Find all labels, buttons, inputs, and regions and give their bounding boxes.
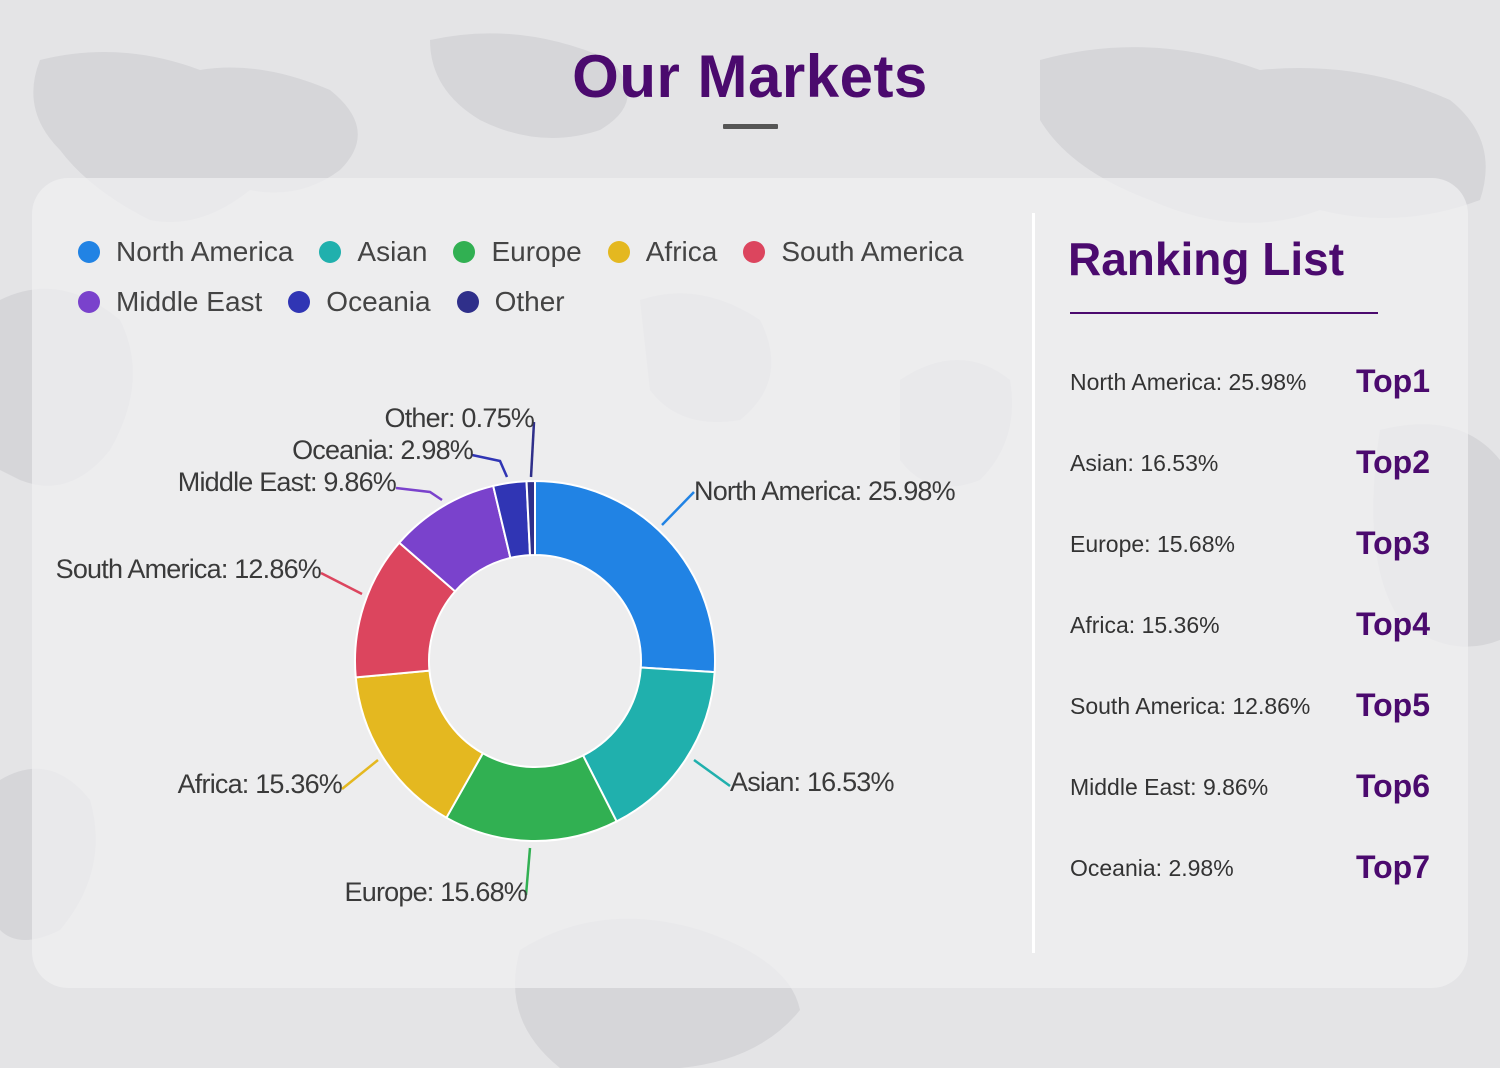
ranking-item-text: North America: 25.98% [1070, 369, 1307, 395]
ranking-item-text: Oceania: 2.98% [1070, 855, 1234, 881]
ranking-row: Middle East: 9.86% Top6 [1070, 760, 1440, 841]
ranking-item-text: South America: 12.86% [1070, 693, 1311, 719]
ranking-row: Africa: 15.36% Top4 [1070, 598, 1440, 679]
ranking-item-rank: Top2 [1355, 444, 1430, 480]
slice-data-label: Other: 0.75% [385, 403, 535, 433]
ranking-item-rank: Top1 [1355, 363, 1430, 399]
label-leader-line [320, 571, 363, 596]
label-leader-line [395, 486, 443, 502]
label-leader-line [661, 491, 695, 526]
label-leader-line [693, 758, 731, 788]
slice-data-label: Middle East: 9.86% [178, 467, 397, 497]
ranking-row: Oceania: 2.98% Top7 [1070, 841, 1440, 922]
ranking-underline [1070, 312, 1378, 314]
slice-data-label: South America: 12.86% [56, 554, 322, 584]
ranking-item-text: Europe: 15.68% [1070, 531, 1235, 557]
ranking-item-rank: Top7 [1355, 849, 1430, 885]
ranking-item-rank: Top4 [1355, 606, 1430, 642]
donut-slice-north-america[interactable] [534, 479, 716, 674]
ranking-row: Asian: 16.53% Top2 [1070, 436, 1440, 517]
ranking-item-text: Asian: 16.53% [1070, 450, 1219, 476]
ranking-item-rank: Top3 [1355, 525, 1430, 561]
slice-data-label: Oceania: 2.98% [292, 435, 474, 465]
ranking-item-text: Africa: 15.36% [1070, 612, 1220, 638]
ranking-row: Europe: 15.68% Top3 [1070, 517, 1440, 598]
ranking-row: South America: 12.86% Top5 [1070, 679, 1440, 760]
label-leader-line [341, 759, 379, 790]
ranking-title: Ranking List [1068, 233, 1345, 285]
ranking-item-rank: Top5 [1355, 687, 1430, 723]
ranking-item-text: Middle East: 9.86% [1070, 774, 1269, 800]
slice-data-label: Africa: 15.36% [178, 769, 343, 799]
label-leader-line [471, 453, 509, 478]
slice-data-label: Europe: 15.68% [345, 877, 528, 907]
ranking-list: North America: 25.98% Top1 Asian: 16.53%… [1070, 355, 1440, 922]
ranking-row: North America: 25.98% Top1 [1070, 355, 1440, 436]
ranking-item-rank: Top6 [1355, 768, 1430, 804]
slice-data-label: Asian: 16.53% [730, 767, 895, 797]
slice-data-label: North America: 25.98% [694, 476, 956, 506]
